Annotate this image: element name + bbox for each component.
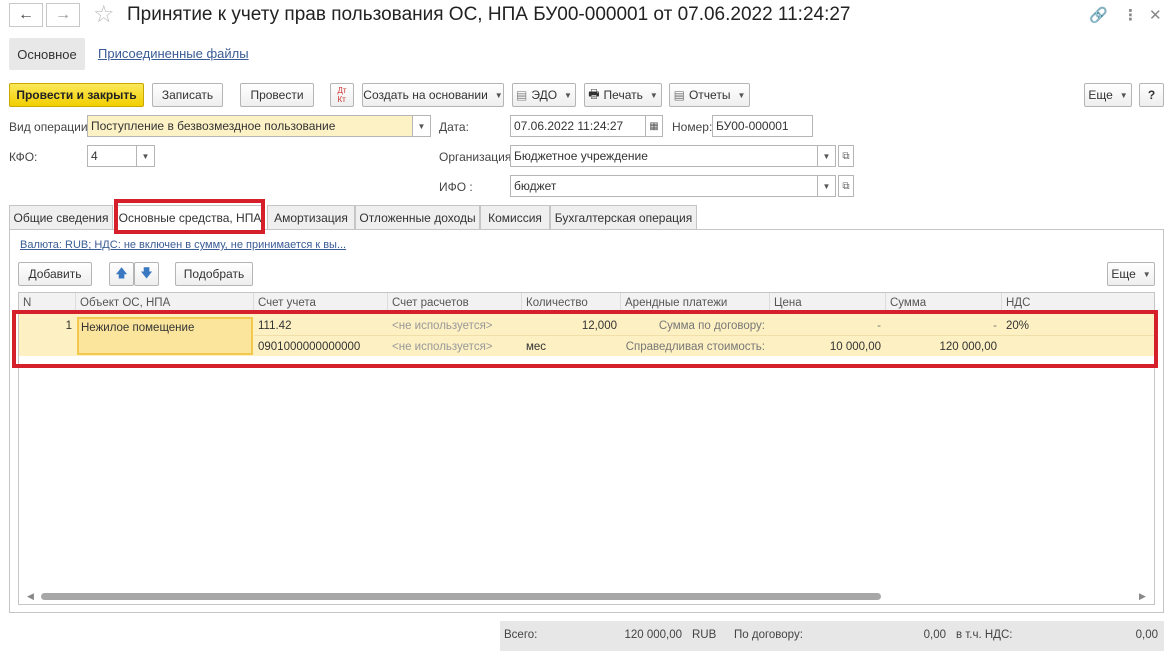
dt-kt-icon[interactable]: Дт Кт — [330, 83, 354, 107]
arrow-left-icon: ← — [18, 6, 34, 23]
edo-button[interactable]: ▤ ЭДО ▼ — [512, 83, 576, 107]
tab-commission[interactable]: Комиссия — [480, 205, 550, 229]
favorite-star-icon[interactable]: ☆ — [93, 2, 115, 28]
vat-total-value: 0,00 — [1135, 629, 1158, 641]
edo-icon: ▤ — [516, 88, 528, 102]
chevron-down-icon[interactable]: ▼ — [413, 115, 431, 137]
printer-icon: 🖶 — [588, 86, 600, 101]
chevron-down-icon[interactable]: ▼ — [818, 145, 836, 167]
currency-value: RUB — [692, 629, 717, 641]
more-label: Еще — [1088, 88, 1113, 102]
kfo-value[interactable]: 4 — [87, 145, 137, 167]
total-label: Всего: — [504, 629, 538, 641]
ifo-value[interactable]: бюджет — [510, 175, 818, 197]
more-button[interactable]: Еще ▼ — [1084, 83, 1132, 107]
ifo-label: ИФО : — [439, 180, 473, 194]
date-label: Дата: — [439, 120, 469, 134]
chevron-down-icon: ▼ — [737, 90, 746, 100]
open-icon[interactable]: ⧉ — [838, 175, 854, 197]
help-button[interactable]: ? — [1139, 83, 1164, 107]
chevron-down-icon: ▼ — [649, 90, 658, 100]
arrow-down-icon: 🡇 — [140, 265, 153, 280]
forward-button[interactable]: → — [46, 3, 80, 27]
move-down-button[interactable]: 🡇 — [134, 262, 159, 286]
ifo-select[interactable]: бюджет ▼ ⧉ — [510, 175, 854, 197]
operation-type-label: Вид операции: — [9, 120, 91, 134]
tab-general[interactable]: Общие сведения — [9, 205, 113, 229]
page-title: Принятие к учету прав пользования ОС, НП… — [127, 4, 851, 25]
tab-depreciation[interactable]: Амортизация — [267, 205, 355, 229]
create-based-label: Создать на основании — [363, 88, 488, 102]
report-icon: ▤ — [673, 88, 685, 102]
contract-value: 0,00 — [923, 629, 946, 641]
contract-label: По договору: — [734, 629, 803, 641]
print-label: Печать — [603, 88, 643, 102]
number-label: Номер: — [672, 120, 713, 134]
horizontal-scrollbar[interactable]: ◀ ▶ — [19, 589, 1154, 603]
currency-info-link[interactable]: Валюта: RUB; НДС: не включен в сумму, не… — [20, 239, 346, 251]
totals-footer: Всего: 120 000,00 RUB По договору: 0,00 … — [500, 621, 1164, 651]
total-value: 120 000,00 — [624, 629, 682, 641]
edo-label: ЭДО — [531, 88, 558, 102]
chevron-down-icon: ▼ — [494, 90, 503, 100]
save-button[interactable]: Записать — [152, 83, 223, 107]
calendar-icon[interactable]: ▦ — [646, 115, 663, 137]
organization-label: Организация: — [439, 150, 515, 164]
arrow-up-icon: 🡅 — [115, 265, 128, 280]
open-icon[interactable]: ⧉ — [838, 145, 854, 167]
add-button[interactable]: Добавить — [18, 262, 92, 286]
post-and-close-button[interactable]: Провести и закрыть — [9, 83, 144, 107]
back-button[interactable]: ← — [9, 3, 43, 27]
date-field[interactable]: 07.06.2022 11:24:27 ▦ — [510, 115, 663, 137]
kfo-label: КФО: — [9, 150, 38, 164]
kfo-select[interactable]: 4 ▼ — [87, 145, 155, 167]
date-value[interactable]: 07.06.2022 11:24:27 — [510, 115, 646, 137]
nav-attached-files[interactable]: Присоединенные файлы — [98, 46, 249, 61]
close-icon[interactable]: ✕ — [1149, 6, 1162, 24]
organization-value[interactable]: Бюджетное учреждение — [510, 145, 818, 167]
arrow-right-icon: → — [55, 6, 71, 23]
tab-highlight-frame — [114, 199, 265, 234]
organization-select[interactable]: Бюджетное учреждение ▼ ⧉ — [510, 145, 854, 167]
scroll-left-icon[interactable]: ◀ — [27, 589, 34, 603]
nav-main[interactable]: Основное — [9, 38, 85, 70]
scroll-right-icon[interactable]: ▶ — [1139, 589, 1146, 603]
link-icon[interactable]: 🔗 — [1089, 6, 1108, 24]
print-button[interactable]: 🖶 Печать ▼ — [584, 83, 662, 107]
reports-button[interactable]: ▤ Отчеты ▼ — [669, 83, 750, 107]
chevron-down-icon: ▼ — [1119, 90, 1128, 100]
vat-total-label: в т.ч. НДС: — [956, 629, 1013, 641]
select-button[interactable]: Подобрать — [175, 262, 253, 286]
chevron-down-icon: ▼ — [1142, 269, 1151, 279]
table-more-button[interactable]: Еще ▼ — [1107, 262, 1155, 286]
operation-type-select[interactable]: Поступление в безвозмездное пользование … — [87, 115, 431, 137]
post-button[interactable]: Провести — [240, 83, 314, 107]
move-up-button[interactable]: 🡅 — [109, 262, 134, 286]
chevron-down-icon[interactable]: ▼ — [137, 145, 155, 167]
scrollbar-thumb[interactable] — [41, 593, 881, 600]
chevron-down-icon[interactable]: ▼ — [818, 175, 836, 197]
number-field[interactable]: БУ00-000001 — [712, 115, 813, 137]
operation-type-value[interactable]: Поступление в безвозмездное пользование — [87, 115, 413, 137]
reports-label: Отчеты — [688, 88, 731, 102]
table-more-label: Еще — [1111, 267, 1136, 281]
chevron-down-icon: ▼ — [564, 90, 572, 100]
more-vertical-icon[interactable]: ⋮ — [1123, 6, 1138, 24]
tab-accounting-operation[interactable]: Бухгалтерская операция — [550, 205, 697, 229]
row-highlight-frame — [12, 310, 1158, 368]
tab-deferred-income[interactable]: Отложенные доходы — [355, 205, 480, 229]
create-based-on-button[interactable]: Создать на основании ▼ — [362, 83, 504, 107]
